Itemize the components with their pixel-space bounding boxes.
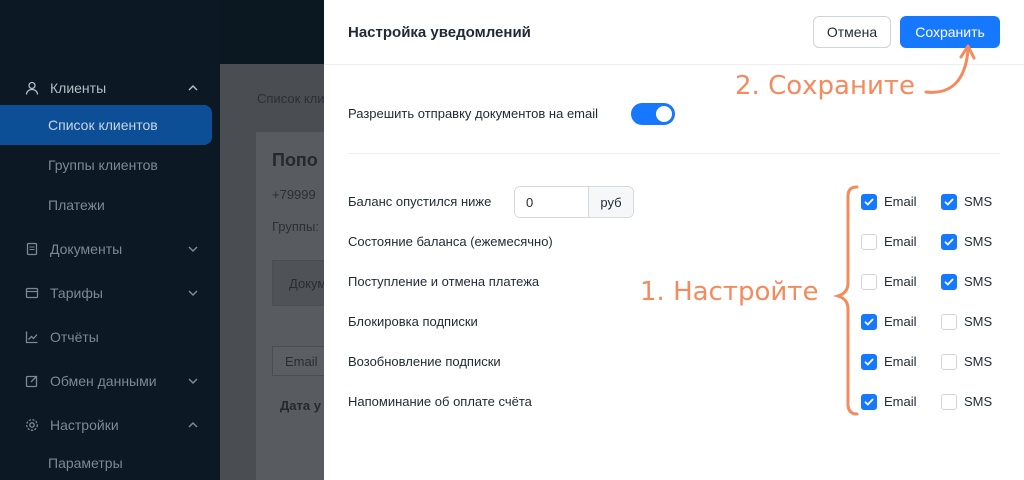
allow-email-docs-toggle[interactable] <box>631 103 675 125</box>
date-column-header: Дата у <box>280 398 321 413</box>
sidebar-item-parameters[interactable]: Параметры <box>0 443 212 480</box>
step2-annotation: 2. Сохраните <box>735 71 915 101</box>
notification-row-label: Напоминание об оплате счёта <box>348 394 532 409</box>
sidebar-item-label: Тарифы <box>50 285 103 301</box>
tariff-icon <box>24 285 40 301</box>
chevron-down-icon <box>188 246 198 253</box>
balance-threshold-input[interactable]: 0 руб <box>514 186 634 218</box>
notification-row-label: Баланс опустился ниже <box>348 194 492 209</box>
email-checkbox[interactable] <box>861 234 877 250</box>
step1-annotation: 1. Настройте <box>640 277 819 307</box>
notification-settings-drawer: Настройка уведомлений Отмена Сохранить Р… <box>324 0 1024 480</box>
notification-row-label: Поступление и отмена платежа <box>348 274 540 289</box>
sidebar-item-tariffs[interactable]: Тарифы <box>0 273 212 313</box>
sidebar-item-label: Список клиентов <box>48 117 158 133</box>
sidebar-item-settings[interactable]: Настройки <box>0 405 212 445</box>
edit-icon <box>24 373 40 389</box>
allow-email-docs-label: Разрешить отправку документов на email <box>348 106 599 121</box>
sidebar-item-label: Обмен данными <box>50 373 157 389</box>
balance-value[interactable]: 0 <box>515 187 588 217</box>
section-divider <box>348 153 1000 154</box>
chevron-up-icon <box>188 421 198 428</box>
header-divider <box>324 64 1024 65</box>
client-name: Попо <box>272 150 318 170</box>
email-checkbox-label: Email <box>884 314 917 329</box>
sidebar-item-clients[interactable]: Клиенты <box>0 68 212 108</box>
email-checkbox-label: Email <box>884 234 917 249</box>
sms-checkbox[interactable] <box>941 194 957 210</box>
sidebar-item-label: Группы клиентов <box>48 157 158 173</box>
client-phone: +79999 <box>272 187 316 202</box>
sidebar-item-payments[interactable]: Платежи <box>0 185 212 225</box>
sidebar-item-label: Параметры <box>48 455 123 471</box>
email-checkbox[interactable] <box>861 314 877 330</box>
sidebar-item-label: Отчёты <box>50 329 99 345</box>
sidebar: Клиенты Список клиентов Группы клиентов … <box>0 0 220 480</box>
filter-label: Email <box>285 354 318 369</box>
cancel-button[interactable]: Отмена <box>813 16 891 48</box>
sms-checkbox-label: SMS <box>964 354 993 369</box>
tab-label: Докум <box>289 276 327 291</box>
toggle-knob <box>656 106 672 122</box>
sms-checkbox[interactable] <box>941 314 957 330</box>
user-icon <box>24 80 40 96</box>
email-checkbox[interactable] <box>861 394 877 410</box>
sidebar-item-label: Клиенты <box>50 80 107 96</box>
sms-checkbox[interactable] <box>941 394 957 410</box>
sidebar-item-reports[interactable]: Отчёты <box>0 317 212 357</box>
email-checkbox[interactable] <box>861 354 877 370</box>
email-checkbox-label: Email <box>884 274 917 289</box>
sms-checkbox-label: SMS <box>964 394 993 409</box>
notification-row-label: Возобновление подписки <box>348 354 501 369</box>
sms-checkbox-label: SMS <box>964 234 993 249</box>
client-groups: Группы: <box>272 219 319 234</box>
email-checkbox[interactable] <box>861 274 877 290</box>
sidebar-item-label: Документы <box>50 241 123 257</box>
chevron-down-icon <box>188 290 198 297</box>
chevron-down-icon <box>188 378 198 385</box>
sidebar-item-label: Платежи <box>48 197 105 213</box>
notification-row-label: Блокировка подписки <box>348 314 478 329</box>
sms-checkbox[interactable] <box>941 274 957 290</box>
sms-checkbox-label: SMS <box>964 194 993 209</box>
sidebar-item-client-groups[interactable]: Группы клиентов <box>0 145 212 185</box>
drawer-title: Настройка уведомлений <box>348 24 531 41</box>
sidebar-item-client-list[interactable]: Список клиентов <box>0 105 212 145</box>
document-icon <box>24 241 40 257</box>
breadcrumb[interactable]: Список кли <box>257 91 325 106</box>
sms-checkbox-label: SMS <box>964 314 993 329</box>
notification-row-label: Состояние баланса (ежемесячно) <box>348 234 553 249</box>
email-checkbox-label: Email <box>884 194 917 209</box>
email-checkbox-label: Email <box>884 354 917 369</box>
email-checkbox[interactable] <box>861 194 877 210</box>
sms-checkbox-label: SMS <box>964 274 993 289</box>
sidebar-item-data-exchange[interactable]: Обмен данными <box>0 361 212 401</box>
sms-checkbox[interactable] <box>941 234 957 250</box>
sidebar-item-documents[interactable]: Документы <box>0 229 212 269</box>
gear-icon <box>24 417 40 433</box>
sidebar-item-label: Настройки <box>50 417 119 433</box>
balance-unit: руб <box>588 187 633 217</box>
save-button[interactable]: Сохранить <box>900 16 1000 48</box>
chevron-up-icon <box>188 84 198 91</box>
email-checkbox-label: Email <box>884 394 917 409</box>
sms-checkbox[interactable] <box>941 354 957 370</box>
chart-icon <box>24 329 40 345</box>
